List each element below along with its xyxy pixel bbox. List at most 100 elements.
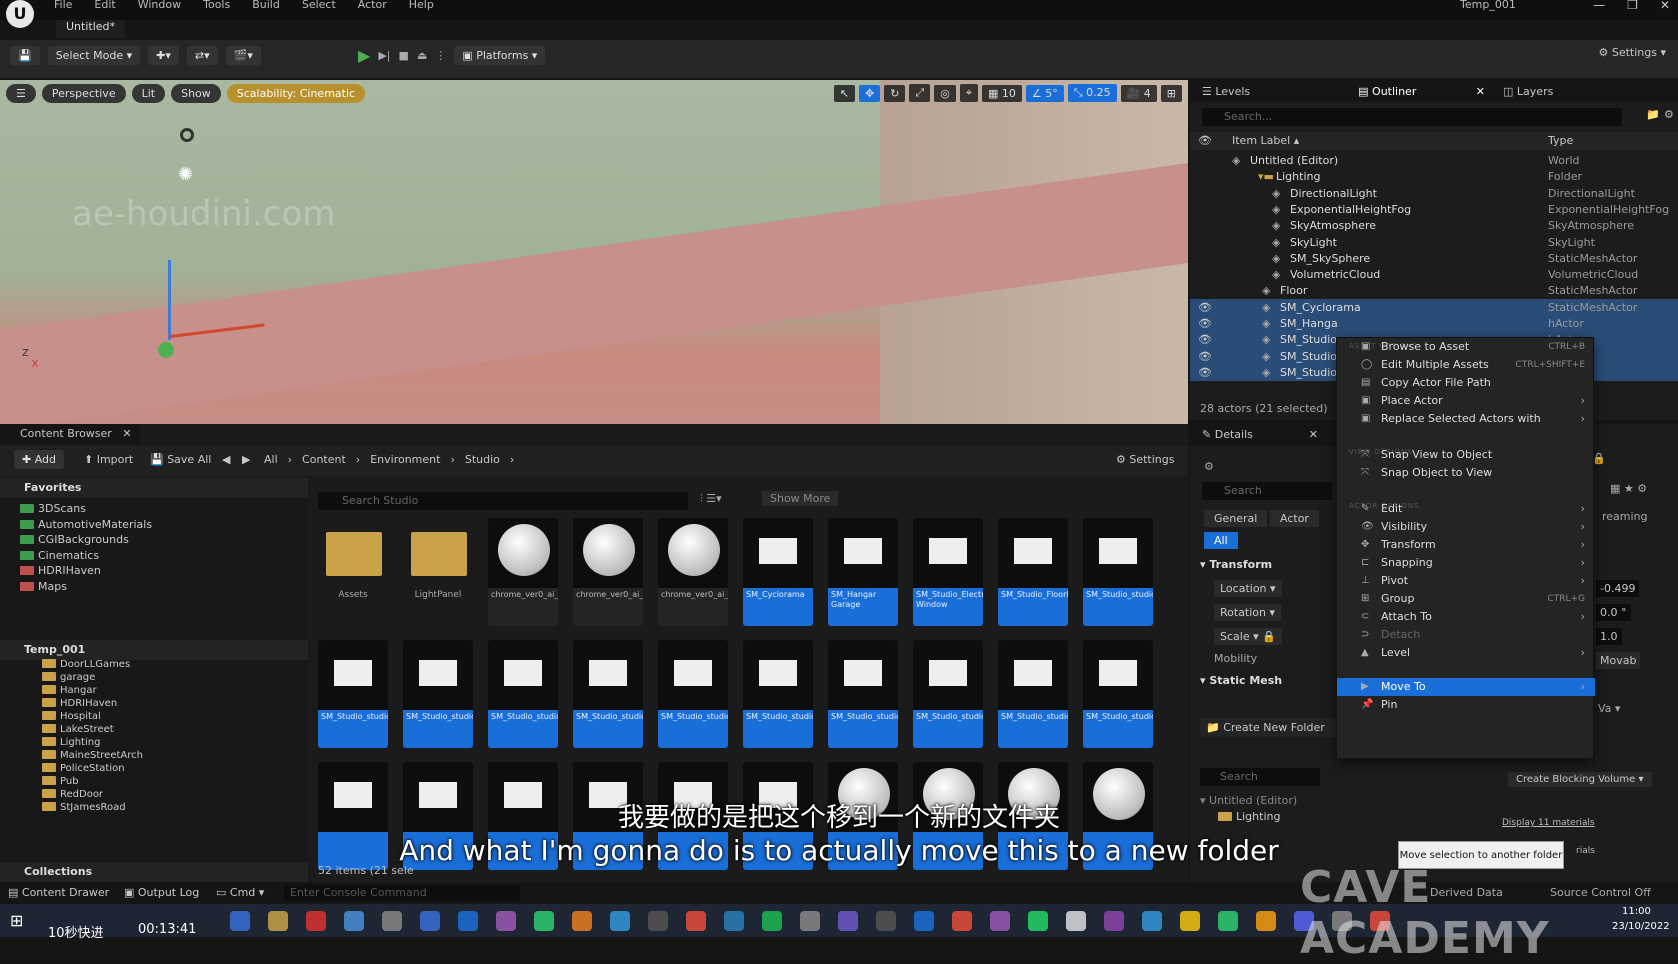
surface-snap-icon[interactable]: ⌖ [959,84,979,102]
scale-dropdown[interactable]: Scale ▾ 🔒 [1214,628,1282,645]
cinematics-icon[interactable]: 🎬▾ [225,46,261,65]
project-folder[interactable]: PoliceStation [42,762,125,776]
unreal-logo[interactable]: U [6,0,34,28]
taskbar-app-icon[interactable] [534,911,554,931]
context-item-browse-to-asset[interactable]: ▣ Browse to Asset CTRL+B [1337,338,1595,356]
minimize-button[interactable]: — [1593,0,1605,12]
favorite-folder[interactable]: Cinematics [20,549,99,563]
rotation-z-field[interactable]: 0.0 ° [1596,604,1631,621]
menu-build[interactable]: Build [252,0,280,11]
menu-tools[interactable]: Tools [203,0,230,11]
move-tool-icon[interactable]: ✥ [858,84,881,102]
cb-settings-button[interactable]: ⚙ Settings [1116,453,1174,466]
settings-button[interactable]: ⚙ Settings ▾ [1598,46,1666,59]
folder-search-input[interactable]: Search [1200,768,1320,786]
project-folder[interactable]: Pub [42,775,79,789]
project-folder[interactable]: garage [42,671,95,685]
asset-tile[interactable]: SM_Cyclorama [743,518,813,626]
asset-tile[interactable]: SM_Studio_studio2_door_handle_base [488,640,558,748]
add-folder-icon[interactable]: 📁 [1646,108,1660,121]
context-item-copy-actor-file-path[interactable]: ▤ Copy Actor File Path [1337,374,1595,392]
menu-window[interactable]: Window [138,0,181,11]
taskbar-app-icon[interactable] [230,911,250,931]
context-item-replace-selected-actors-with[interactable]: ▣ Replace Selected Actors with › [1337,410,1595,428]
asset-tile[interactable]: SM_Studio_FloorPanels [998,518,1068,626]
asset-tile[interactable]: SM_Hangar Garage [828,518,898,626]
asset-tile[interactable]: SM_Studio_studio2_green_room_electri [828,640,898,748]
rotation-dropdown[interactable]: Rotation ▾ [1214,604,1282,621]
asset-tile[interactable]: SM_Studio_studio2_darkboard_0 [318,640,388,748]
taskbar-app-icon[interactable] [876,911,896,931]
static-mesh-section[interactable]: ▾ Static Mesh [1200,674,1282,687]
breadcrumb-separator-icon[interactable]: › [450,453,454,466]
visibility-eye-icon[interactable]: 👁 [1198,315,1212,333]
step-icon[interactable]: ▶| [378,49,390,62]
details-search-input[interactable]: Search [1202,482,1332,500]
context-item-edit-multiple-assets[interactable]: ◯ Edit Multiple Assets CTRL+SHIFT+E [1337,356,1595,374]
project-folder[interactable]: Lighting [42,736,100,750]
taskbar-app-icon[interactable] [648,911,668,931]
context-item-pin[interactable]: 📌 Pin [1337,696,1595,714]
tab-levels[interactable]: ☰ Levels [1202,85,1250,98]
menu-select[interactable]: Select [302,0,336,11]
select-tool-icon[interactable]: ↖ [833,84,855,102]
visibility-column-icon[interactable]: 👁 [1198,134,1212,147]
scale-z-field[interactable]: 1.0 [1596,628,1622,645]
breadcrumb-item[interactable]: Content [302,453,346,466]
asset-tile[interactable]: SM_Studio_studio2_door_geo [403,640,473,748]
viewport-menu-button[interactable]: ☰ [6,84,36,103]
project-folder[interactable]: MaineStreetArch [42,749,143,763]
taskbar-app-icon[interactable] [382,911,402,931]
taskbar-app-icon[interactable] [800,911,820,931]
location-dropdown[interactable]: Location ▾ [1214,580,1282,597]
content-browser-tab[interactable]: Content Browser ✕ [0,424,140,444]
filter-actor[interactable]: Actor [1270,510,1319,527]
history-forward-icon[interactable]: ▶ [242,453,250,466]
lit-button[interactable]: Lit [131,84,166,103]
scale-snap-button[interactable]: ⤡ 0.25 [1067,84,1117,102]
taskbar-app-icon[interactable] [952,911,972,931]
filter-general[interactable]: General [1204,510,1268,527]
stop-icon[interactable]: ■ [398,49,408,62]
taskbar-app-icon[interactable] [686,911,706,931]
project-folder[interactable]: LakeStreet [42,723,114,737]
asset-tile[interactable]: SM_Studio_studio2_door_handle_ste [658,640,728,748]
outliner-settings-icon[interactable]: ⚙ [1664,108,1674,121]
more-options-icon[interactable]: ⋮ [435,49,446,62]
outliner-search-input[interactable]: Search... [1202,108,1622,126]
windows-start-icon[interactable]: ⊞ [10,911,23,930]
taskbar-app-icon[interactable] [838,911,858,931]
outliner-row[interactable]: ◈ DirectionalLight DirectionalLight [1190,185,1678,203]
play-icon[interactable]: ▶ [358,46,370,65]
outliner-row[interactable]: ◈ Untitled (Editor) World [1190,152,1678,170]
taskbar-app-icon[interactable] [1256,911,1276,931]
history-back-icon[interactable]: ◀ [222,453,230,466]
save-icon[interactable]: 💾 [10,46,40,65]
asset-tile[interactable]: SM_Studio_studio2_green_room_wall_geo [998,640,1068,748]
asset-tile[interactable]: chrome_ver0_ai_mtl [573,518,643,626]
context-item-level[interactable]: ▲ Level › [1337,644,1595,662]
menu-help[interactable]: Help [409,0,434,11]
asset-tile[interactable]: SM_Studio_studio2_door_handle_geo [573,640,643,748]
gizmo-y-handle[interactable] [158,342,174,358]
show-button[interactable]: Show [171,84,221,103]
taskbar-app-icon[interactable] [762,911,782,931]
project-header[interactable]: Temp_001 [0,640,308,660]
scale-tool-icon[interactable]: ⤢ [909,84,931,102]
outliner-row[interactable]: ◈ SM_SkySphere StaticMeshActor [1190,250,1678,268]
taskbar-app-icon[interactable] [990,911,1010,931]
favorites-header[interactable]: Favorites [0,478,308,498]
perspective-button[interactable]: Perspective [41,84,126,103]
context-item-transform[interactable]: ✥ Transform › [1337,536,1595,554]
close-window-button[interactable]: ✕ [1660,0,1670,12]
asset-search-input[interactable]: Search Studio [318,492,688,510]
maximize-button[interactable]: ❐ [1627,0,1638,12]
context-item-detach[interactable]: ⊃ Detach [1337,626,1595,644]
favorite-folder[interactable]: HDRIHaven [20,564,101,578]
sun-icon[interactable]: ✺ [178,164,193,185]
eject-icon[interactable]: ⏏ [417,49,427,62]
context-item-visibility[interactable]: 👁 Visibility › [1337,518,1595,536]
taskbar-app-icon[interactable] [572,911,592,931]
light-gizmo-icon[interactable] [180,128,194,142]
asset-tile[interactable]: SM_Studio_studio2_blend_008_geo [1083,518,1153,626]
